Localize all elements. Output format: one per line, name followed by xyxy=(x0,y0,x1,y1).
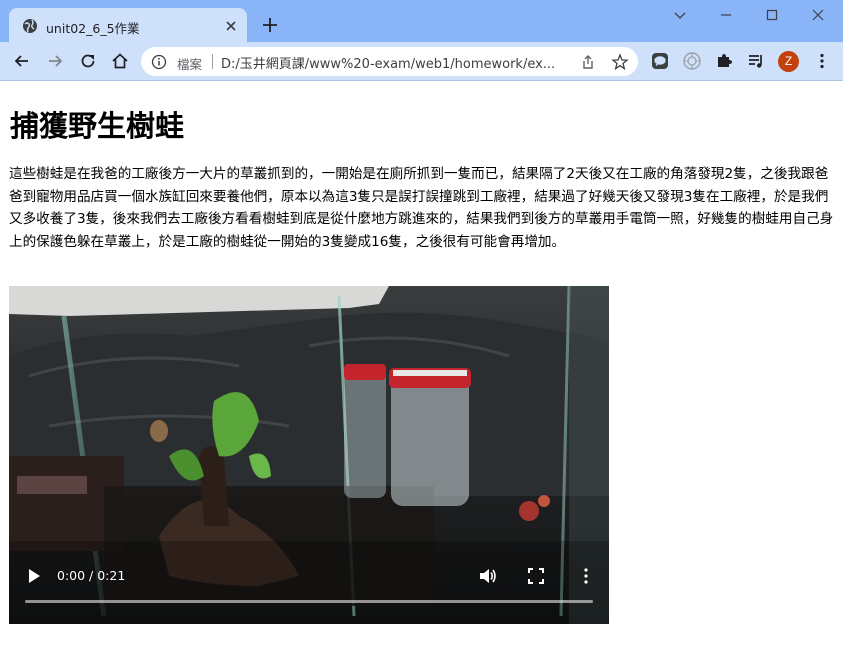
browser-toolbar: 檔案 D:/玉井網頁課/www%20-exam/web1/homework/ex… xyxy=(0,42,843,81)
security-label: 檔案 xyxy=(177,57,203,72)
close-tab-icon[interactable] xyxy=(223,18,239,34)
maximize-icon[interactable] xyxy=(760,5,784,25)
window-close-icon[interactable] xyxy=(806,5,830,25)
tab-search-chevron-icon[interactable] xyxy=(668,5,692,25)
new-tab-icon[interactable] xyxy=(260,15,280,35)
page-paragraph: 這些樹蛙是在我爸的工廠後方一大片的草叢抓到的，一開始是在廁所抓到一隻而已，結果隔… xyxy=(9,166,834,250)
extensions-puzzle-icon[interactable] xyxy=(714,51,734,71)
media-queue-icon[interactable] xyxy=(746,51,766,71)
browser-tab[interactable]: unit02_6_5作業 xyxy=(9,8,247,42)
home-icon[interactable] xyxy=(110,51,130,71)
video-player[interactable]: 0:00 / 0:21 xyxy=(9,286,609,624)
forward-arrow-icon[interactable] xyxy=(45,51,65,71)
extension-badge-icon[interactable] xyxy=(682,51,702,71)
seek-bar[interactable] xyxy=(25,600,593,603)
address-divider xyxy=(212,54,213,69)
fullscreen-icon[interactable] xyxy=(527,567,545,585)
info-icon[interactable] xyxy=(151,54,167,70)
url-text[interactable]: D:/玉井網頁課/www%20-exam/web1/homework/ex... xyxy=(221,53,571,72)
profile-avatar[interactable]: Z xyxy=(778,51,799,72)
minimize-icon[interactable] xyxy=(714,5,738,25)
globe-icon xyxy=(23,19,37,33)
play-icon[interactable] xyxy=(25,567,43,585)
video-time: 0:00 / 0:21 xyxy=(57,568,126,583)
page-content: 捕獲野生樹蛙 這些樹蛙是在我爸的工廠後方一大片的草叢抓到的，一開始是在廁所抓到一… xyxy=(0,81,843,669)
back-arrow-icon[interactable] xyxy=(12,51,32,71)
browser-titlebar: unit02_6_5作業 xyxy=(0,0,843,42)
volume-icon[interactable] xyxy=(478,567,498,585)
tab-title: unit02_6_5作業 xyxy=(46,21,140,36)
page-title: 捕獲野生樹蛙 xyxy=(10,109,185,143)
video-more-options-icon[interactable] xyxy=(577,567,595,585)
share-icon[interactable] xyxy=(579,53,597,71)
address-bar[interactable]: 檔案 D:/玉井網頁課/www%20-exam/web1/homework/ex… xyxy=(141,47,638,76)
reload-icon[interactable] xyxy=(78,51,98,71)
line-extension-icon[interactable] xyxy=(650,51,670,71)
bookmark-star-icon[interactable] xyxy=(611,53,629,71)
more-menu-icon[interactable] xyxy=(812,51,832,71)
